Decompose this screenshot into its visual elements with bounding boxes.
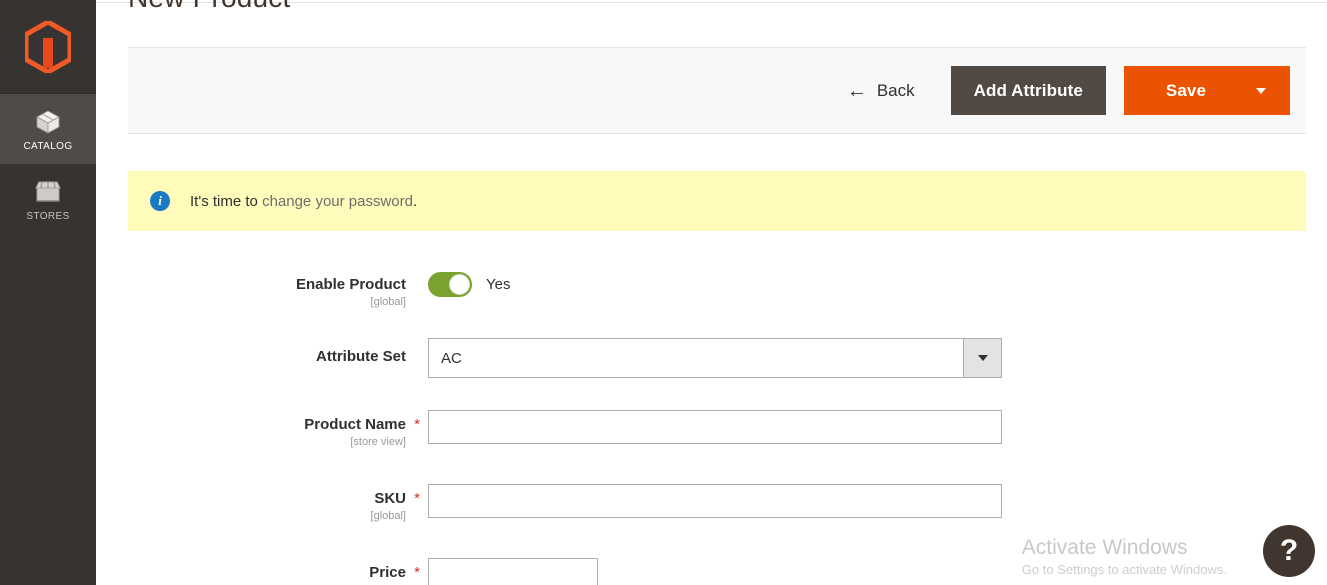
magento-logo[interactable] — [0, 0, 96, 94]
caret-down-icon — [1256, 87, 1266, 94]
enable-product-toggle-wrap: Yes — [428, 270, 1327, 297]
product-name-required-indicator: * — [414, 416, 420, 433]
sidebar-item-label-stores: STORES — [26, 210, 70, 222]
required-indicator-placeholder: * — [406, 338, 428, 360]
save-dropdown-toggle[interactable] — [1232, 66, 1290, 115]
field-product-name: Product Name [store view] * — [96, 410, 1327, 448]
field-label-col: Product Name [store view] — [96, 410, 406, 448]
attribute-set-select[interactable]: AC — [428, 338, 1002, 378]
magento-logo-icon — [25, 20, 71, 73]
field-sku: SKU [global] * — [96, 484, 1327, 522]
price-input[interactable] — [428, 558, 598, 585]
attribute-set-dropdown-toggle[interactable] — [963, 339, 1001, 377]
field-control-col — [428, 558, 1327, 585]
enable-product-label: Enable Product — [295, 276, 406, 293]
field-control-col — [428, 410, 1327, 444]
back-button-label: Back — [876, 80, 915, 100]
field-label-col: SKU [global] — [96, 484, 406, 522]
arrow-left-icon: ← — [846, 79, 867, 102]
field-price: Price [global] * — [96, 558, 1327, 585]
enable-product-toggle-value: Yes — [486, 276, 511, 293]
add-attribute-button[interactable]: Add Attribute — [950, 66, 1106, 115]
product-name-scope: [store view] — [350, 436, 406, 448]
sidebar-item-catalog[interactable]: CATALOG — [0, 94, 96, 164]
product-name-label: Product Name — [304, 416, 406, 433]
attribute-set-selected-value: AC — [441, 349, 462, 367]
storefront-icon — [34, 177, 62, 207]
box-icon — [35, 107, 61, 137]
field-label-col: Attribute Set — [96, 338, 406, 366]
chevron-down-icon — [977, 355, 988, 361]
notice-suffix: . — [413, 192, 418, 210]
info-icon: i — [150, 191, 170, 211]
toggle-knob — [449, 274, 470, 295]
notice-banner-text: It's time to change your password. — [190, 193, 417, 210]
sidebar-item-label-catalog: CATALOG — [23, 140, 73, 152]
admin-sidebar: CATALOG STORES — [0, 0, 96, 585]
main-content-area: New Product ← Back Add Attribute Save i … — [96, 0, 1327, 585]
price-label: Price — [369, 564, 406, 581]
product-form: Enable Product [global] * Yes Attribute … — [96, 270, 1327, 585]
field-enable-product: Enable Product [global] * Yes — [96, 270, 1327, 308]
field-control-col: Yes — [428, 270, 1327, 297]
field-attribute-set: Attribute Set * AC — [96, 338, 1327, 378]
field-control-col: AC — [428, 338, 1327, 378]
change-password-link[interactable]: change your password — [262, 193, 413, 210]
attribute-set-label: Attribute Set — [316, 348, 406, 365]
enable-product-toggle[interactable] — [428, 272, 472, 297]
price-required-indicator: * — [414, 564, 420, 581]
notice-banner: i It's time to change your password. — [128, 171, 1306, 231]
back-button[interactable]: ← Back — [837, 75, 925, 107]
product-name-input[interactable] — [428, 410, 1002, 444]
notice-prefix: It's time to — [190, 192, 263, 210]
sku-required-indicator: * — [414, 490, 420, 507]
sidebar-item-stores[interactable]: STORES — [0, 164, 96, 234]
save-button[interactable]: Save — [1123, 66, 1232, 115]
page-actions-toolbar: ← Back Add Attribute Save — [128, 47, 1306, 134]
enable-product-scope: [global] — [370, 296, 406, 308]
sku-scope: [global] — [370, 510, 406, 522]
save-split-button: Save — [1123, 66, 1290, 115]
page-title: New Product — [128, 0, 291, 14]
required-indicator-placeholder: * — [406, 270, 428, 292]
field-label-col: Enable Product [global] — [96, 270, 406, 308]
field-label-col: Price [global] — [96, 558, 406, 585]
field-control-col — [428, 484, 1327, 518]
sku-label: SKU — [374, 490, 406, 507]
help-button[interactable]: ? — [1263, 525, 1315, 577]
sku-input[interactable] — [428, 484, 1002, 518]
